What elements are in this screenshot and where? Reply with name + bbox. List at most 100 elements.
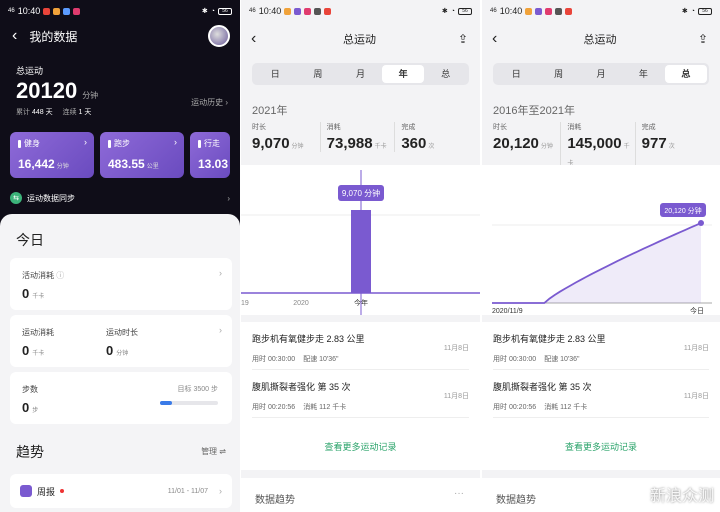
data-trend-card[interactable]: 数据趋势 ··· [241,478,480,512]
stat-unit: 次 [668,144,675,150]
bar-今年[interactable] [351,210,371,293]
total-value-row: 20120 分钟 [16,78,98,104]
record-duration: 用时 00:30:00 [493,356,537,363]
x-tick-label: 2020 [293,300,309,307]
record-pace: 配速 10'36" [303,356,339,363]
records-list: 跑步机有氧健步走 2.83 公里 用时 00:30:00 配速 10'36" 11… [482,322,720,470]
sport-calories-unit: 千卡 [32,351,45,357]
back-arrow-icon[interactable]: ‹ [12,27,17,45]
status-bar: 46 10:40 ✱ ◔ 56 [0,0,240,22]
unread-dot [60,489,65,493]
tab-day[interactable]: 日 [495,65,537,83]
back-arrow-icon[interactable]: ‹ [492,30,497,48]
card-label: 跑步 [114,139,130,148]
chevron-right-icon: › [219,486,222,496]
stat-value: 73,988 [326,135,373,152]
card-value: 13.03 [198,157,229,171]
today-sheet: 今日 活动消耗 ⓘ 0 千卡 › 运动消耗 0 千卡 运动时长 0 分钟 › 步数 0… [0,214,240,512]
range-label: 2016年至2021年 [493,105,575,117]
steps-goal: 目标 3500 步 [177,386,218,393]
share-icon[interactable]: ⇪ [458,32,468,46]
card-walking[interactable]: 行走 13.03 [190,132,230,178]
stat-label: 时长 [252,124,266,131]
streak-label: 连续 [62,109,77,116]
record-item[interactable]: 腹肌撕裂者强化 第 35 次 用时 00:20:56 消耗 112 千卡 11月8… [493,370,709,418]
app-icon [73,7,81,15]
page-title: 总运动 [583,34,617,46]
bar-group [351,210,371,293]
stat-label: 消耗 [567,124,582,131]
stats-row: 时长 20,120 分钟 消耗 145,000 千卡 完成 977 次 [493,122,709,169]
record-duration: 用时 00:20:56 [252,404,296,411]
sync-label: 运动数据同步 [27,193,75,203]
tab-month[interactable]: 月 [580,65,622,83]
record-duration: 用时 00:20:56 [493,404,537,411]
app-icon [63,7,71,15]
chevron-right-icon: › [227,193,230,203]
record-date: 11月8日 [683,345,709,352]
back-arrow-icon[interactable]: ‹ [251,30,256,48]
card-running[interactable]: 跑步 483.55 公里 › [100,132,184,178]
weekly-report-row[interactable]: 周报 11/01 - 11/07 › [10,474,232,508]
period-tabs: 日 周 月 年 总 [493,63,709,85]
sport-time-unit: 分钟 [116,351,129,357]
tab-all[interactable]: 总 [424,65,467,83]
tab-week[interactable]: 周 [297,65,340,83]
record-date: 11月8日 [683,393,709,400]
card-unit: 公里 [146,164,159,170]
weekly-dates: 11/01 - 11/07 [167,487,208,495]
card-fitness[interactable]: 健身 16,442 分钟 › [10,132,94,178]
record-calories: 消耗 112 千卡 [544,404,588,411]
wifi-icon: ◔ [450,7,455,15]
tab-month[interactable]: 月 [339,65,382,83]
avatar[interactable] [208,25,230,47]
battery-icon: 56 [458,7,472,15]
manage-button[interactable]: 管理 ⇌ [201,446,226,457]
more-records-link[interactable]: 查看更多运动记录 [482,440,720,453]
total-unit: 分钟 [82,91,99,100]
tab-year[interactable]: 年 [622,65,664,83]
today-title: 今日 [16,232,44,248]
x-tick-label: 今年 [354,298,368,307]
record-item[interactable]: 腹肌撕裂者强化 第 35 次 用时 00:20:56 消耗 112 千卡 11月8… [252,370,469,418]
sport-calories-card[interactable]: 运动消耗 0 千卡 运动时长 0 分钟 › [10,315,232,367]
tab-week[interactable]: 周 [537,65,579,83]
range-label: 2021年 [252,105,288,117]
chevron-right-icon: › [225,98,228,107]
more-records-link[interactable]: 查看更多运动记录 [241,440,480,453]
record-title: 腹肌撕裂者强化 第 35 次 [252,382,351,392]
clock: 10:40 [499,6,523,16]
app-icon [525,7,533,15]
watermark: 新浪众测 [650,482,714,506]
more-options-icon[interactable]: ··· [454,488,464,499]
app-icon [324,7,332,15]
history-label: 运动历史 [191,98,224,107]
stat-label: 消耗 [326,124,341,131]
tab-year[interactable]: 年 [381,65,425,83]
app-icon [545,7,553,15]
bluetooth-icon: ✱ [441,8,448,15]
yearly-bar-chart[interactable]: 9,070 分钟 19 2020 今年 [241,165,480,315]
x-tick-label: 今日 [690,306,704,315]
tooltip-text: 9,070 分钟 [342,188,380,198]
tab-all[interactable]: 总 [664,65,708,83]
status-bar: 46 10:40 ✱ ◔ 56 [482,0,720,22]
activity-calories-card[interactable]: 活动消耗 ⓘ 0 千卡 › [10,258,232,310]
endpoint-marker [698,220,704,226]
bluetooth-icon: ✱ [681,8,688,15]
tab-day[interactable]: 日 [254,65,297,83]
wifi-icon: ◔ [690,7,695,15]
cumulative-line-chart[interactable]: 20,120 分钟 2020/11/9 今日 [482,165,720,315]
battery-icon: 56 [218,7,232,15]
record-item[interactable]: 跑步机有氧健步走 2.83 公里 用时 00:30:00 配速 10'36" 11… [252,322,469,370]
history-link[interactable]: 运动历史 › [191,97,228,108]
share-icon[interactable]: ⇪ [698,32,708,46]
steps-card[interactable]: 步数 0步 目标 3500 步 [10,372,232,424]
app-icon [294,7,302,15]
record-item[interactable]: 跑步机有氧健步走 2.83 公里 用时 00:30:00 配速 10'36" 11… [493,322,709,370]
data-sync-row[interactable]: ⇆ 运动数据同步 › [10,192,230,204]
stats-row: 时长 9,070 分钟 消耗 73,988 千卡 完成 360 次 [252,122,469,152]
stat-unit: 千卡 [374,144,387,150]
bar-icon [198,139,201,148]
total-value: 20120 [16,78,78,103]
